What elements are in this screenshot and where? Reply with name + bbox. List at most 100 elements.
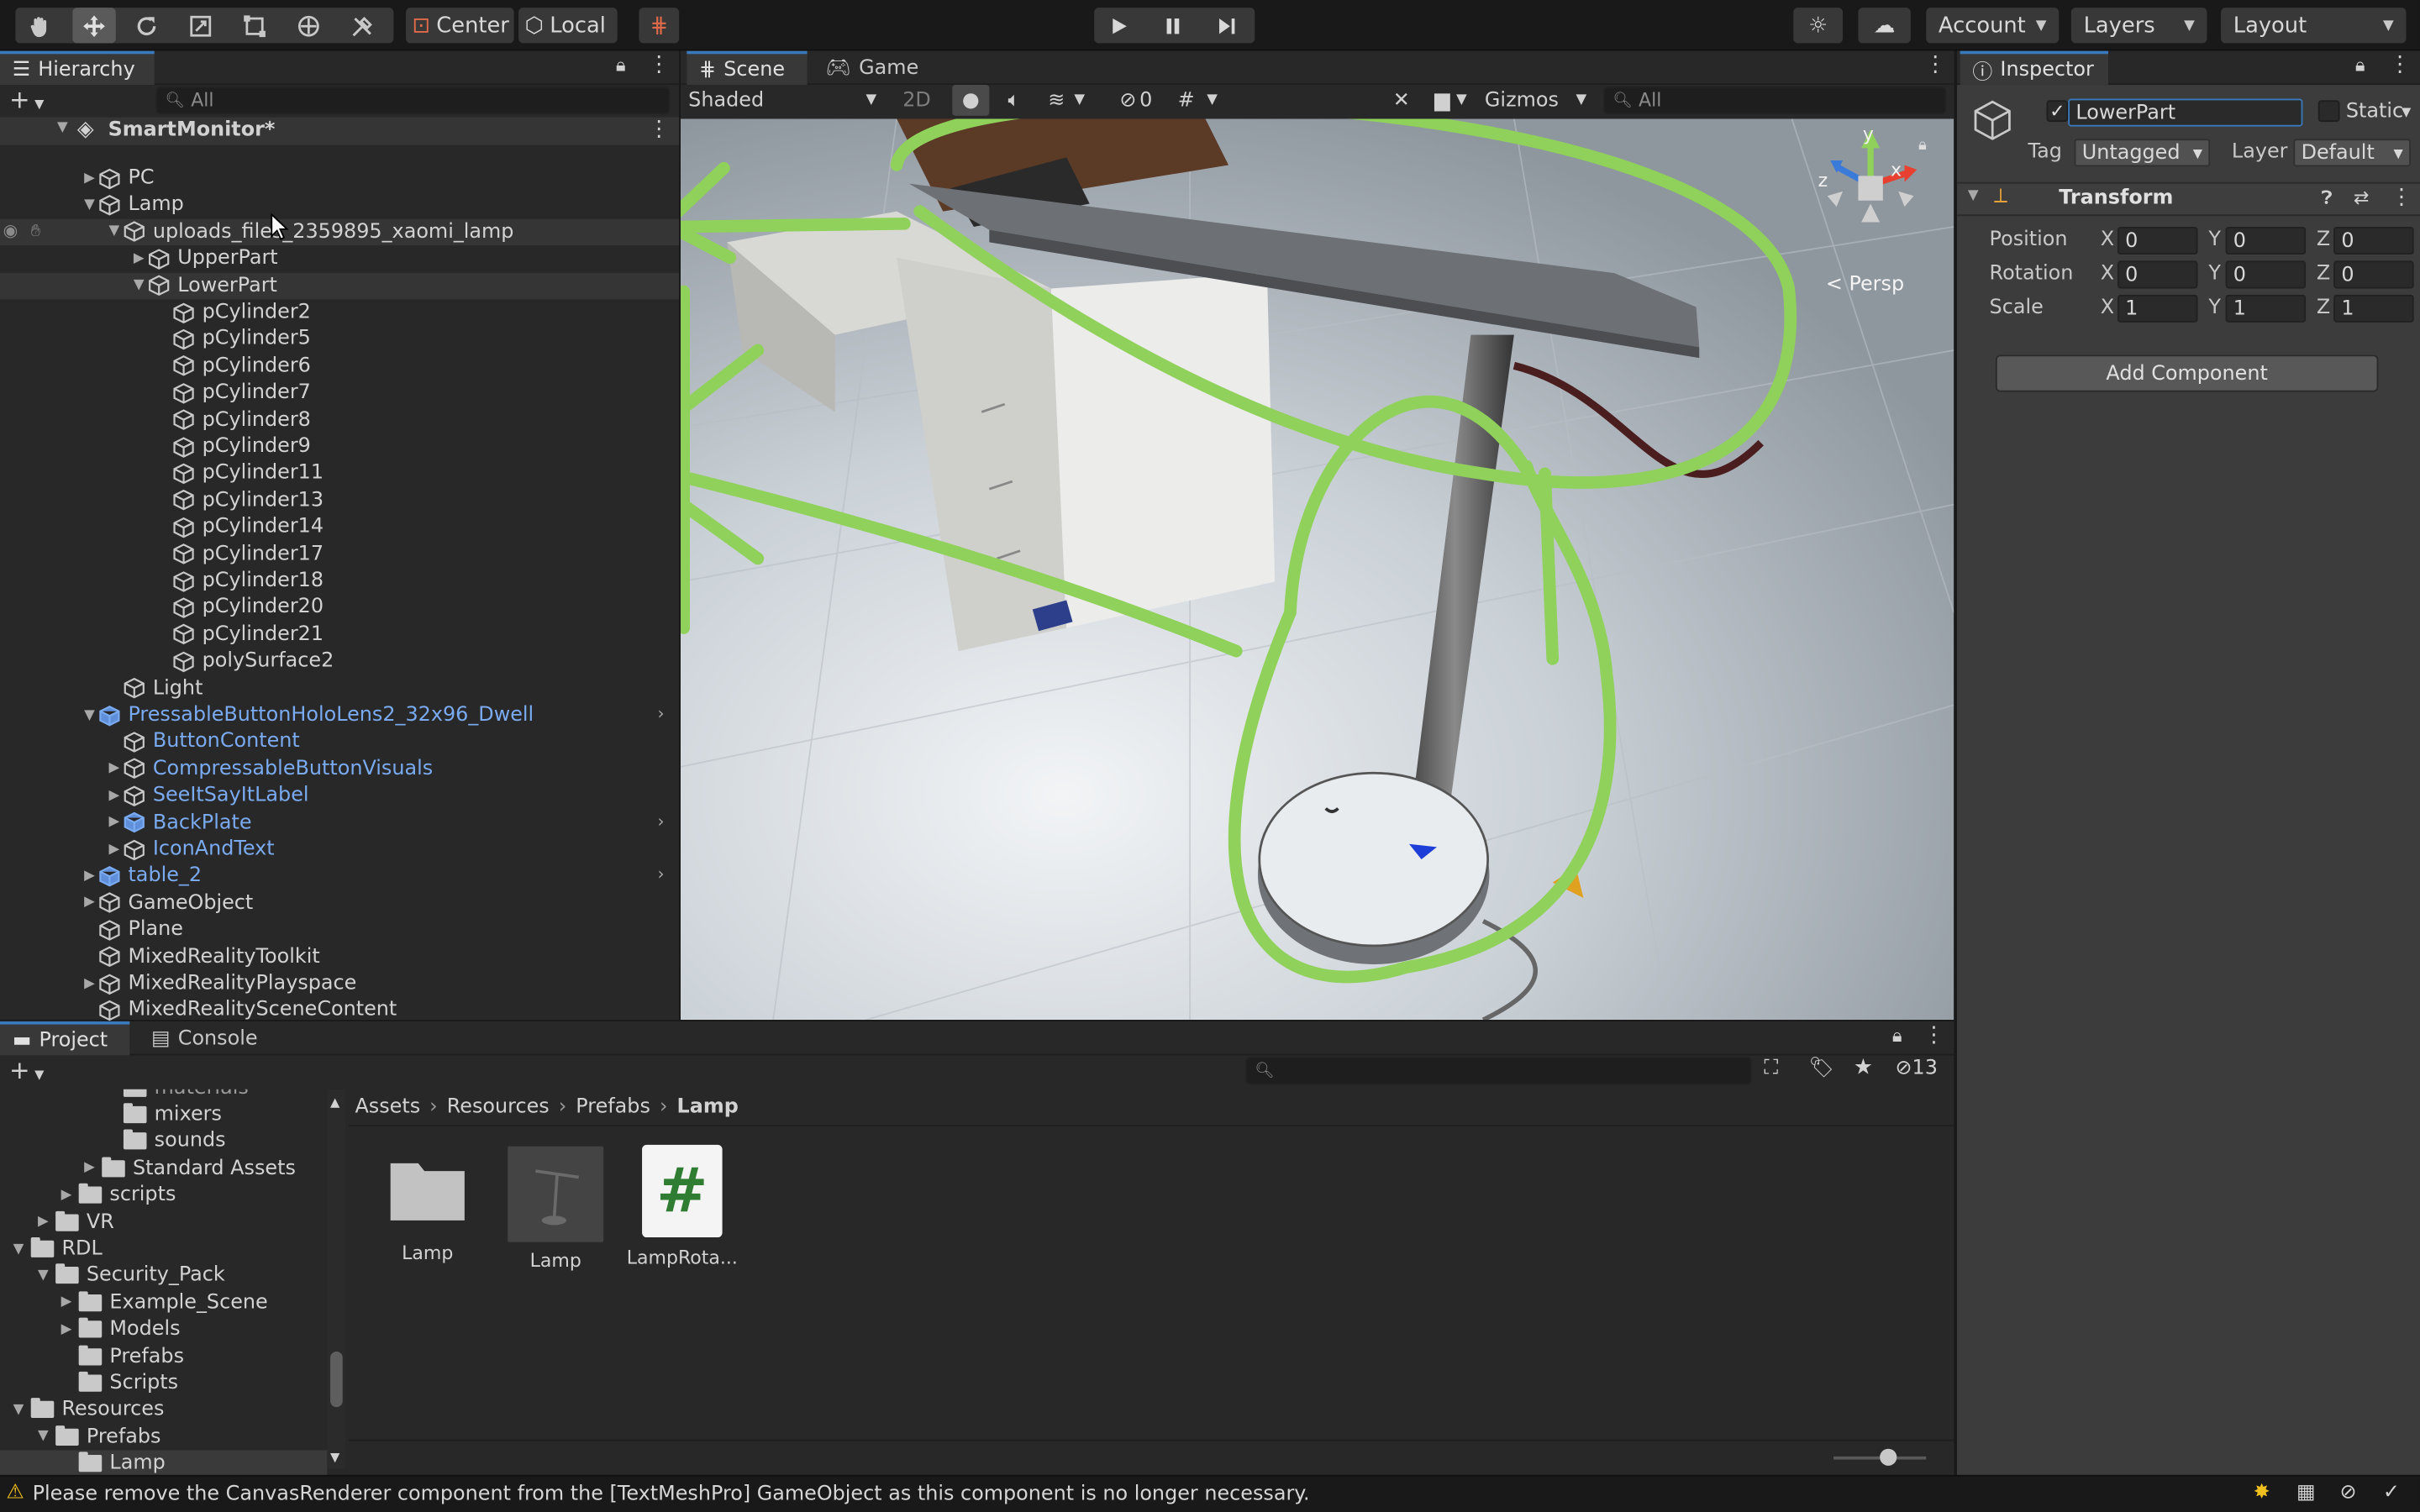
hierarchy-row[interactable]: ▶ IconAndText	[0, 837, 679, 863]
lock-icon[interactable]: 🔒︎	[616, 54, 626, 77]
hierarchy-search-input[interactable]: 🔍︎ All	[155, 86, 671, 114]
breadcrumb-assets[interactable]: Assets	[355, 1095, 420, 1118]
scroll-up-icon[interactable]: ▲	[330, 1095, 339, 1110]
expand-arrow-icon[interactable]: ▼	[34, 1429, 52, 1444]
project-tree-item[interactable]: sounds	[0, 1128, 327, 1154]
rotation-z-field[interactable]: 0	[2333, 260, 2414, 289]
pause-button[interactable]	[1153, 8, 1193, 43]
gizmo-lock-icon[interactable]: 🔒︎	[1918, 137, 1927, 154]
transform-tool-icon[interactable]	[290, 8, 327, 43]
visibility-eye-icon[interactable]: ◉	[3, 220, 18, 240]
more-options-icon[interactable]: ⋮	[648, 52, 670, 76]
scale-tool-icon[interactable]	[182, 8, 219, 43]
projection-mode-label[interactable]: < Persp	[1826, 273, 1904, 297]
rotate-tool-icon[interactable]	[128, 8, 165, 43]
expand-arrow-icon[interactable]: ▼	[105, 224, 124, 239]
presets-icon[interactable]: ⇄	[2354, 186, 2369, 208]
expand-arrow-icon[interactable]: ▶	[81, 895, 99, 911]
status-message[interactable]: Please remove the CanvasRenderer compone…	[33, 1483, 1310, 1506]
chevron-down-icon[interactable]: ▼	[2402, 105, 2411, 119]
expand-arrow-icon[interactable]: ▼	[81, 197, 99, 213]
active-checkbox[interactable]: ✓	[2046, 100, 2069, 123]
scene-search-input[interactable]: 🔍︎ All	[1603, 86, 1947, 114]
tab-inspector[interactable]: ⓘ Inspector	[1960, 50, 2108, 86]
expand-arrow-icon[interactable]: ▶	[81, 869, 99, 884]
static-checkbox[interactable]	[2317, 100, 2340, 123]
tab-hierarchy[interactable]: ☰ Hierarchy	[0, 50, 155, 86]
expand-arrow-icon[interactable]: ▼	[81, 707, 99, 722]
lighting-settings-button[interactable]: ☼	[1793, 8, 1844, 44]
scroll-down-icon[interactable]: ▼	[330, 1451, 339, 1465]
chevron-right-icon[interactable]: ›	[657, 811, 664, 831]
effects-dropdown[interactable]: ≋ ▼	[1035, 85, 1097, 116]
component-menu-icon[interactable]: ⋮	[2391, 185, 2412, 209]
move-tool-icon[interactable]	[72, 8, 116, 44]
chevron-right-icon[interactable]: ›	[657, 864, 664, 885]
asset-prefab-lamp[interactable]: Lamp	[500, 1144, 611, 1271]
lock-icon[interactable]: 🔒︎	[2355, 54, 2365, 77]
hierarchy-row[interactable]: pCylinder18	[0, 568, 679, 594]
pivot-mode-toggle[interactable]: ⊡ Center	[406, 8, 514, 44]
breadcrumb-resources[interactable]: Resources	[447, 1095, 550, 1118]
expand-arrow-icon[interactable]: ▶	[129, 251, 148, 266]
pickability-hand-icon[interactable]: ✋︎	[31, 220, 41, 242]
hierarchy-row[interactable]: pCylinder8	[0, 407, 679, 433]
expand-arrow-icon[interactable]: ▼	[57, 120, 68, 135]
pivot-space-toggle[interactable]: ⬡ Local	[518, 8, 618, 44]
filter-by-label-icon[interactable]: 🏷︎	[1809, 1057, 1834, 1080]
hierarchy-row[interactable]: pCylinder17	[0, 541, 679, 567]
grid-snap-button[interactable]: ⋕	[639, 8, 680, 44]
hierarchy-row[interactable]: pCylinder2	[0, 299, 679, 325]
scene-menu-icon[interactable]: ⋮	[648, 118, 670, 142]
tab-console[interactable]: ▤ Console	[139, 1021, 262, 1055]
layout-dropdown[interactable]: Layout ▼	[2221, 8, 2407, 44]
expand-arrow-icon[interactable]: ▶	[57, 1188, 76, 1203]
tree-item-partial[interactable]: materials	[123, 1089, 249, 1102]
collab-icon[interactable]: ⊘	[2339, 1481, 2356, 1504]
cloud-services-button[interactable]: ☁	[1858, 8, 1911, 44]
more-options-icon[interactable]: ⋮	[1924, 52, 1946, 76]
hierarchy-row[interactable]: ▶ CompressableButtonVisuals	[0, 756, 679, 782]
expand-arrow-icon[interactable]: ▶	[57, 1322, 76, 1337]
expand-arrow-icon[interactable]: ▼	[129, 278, 148, 293]
transform-header[interactable]: ▼ ⟂ Transform ❓︎ ⇄ ⋮	[1956, 181, 2420, 217]
tab-project[interactable]: ▬ Project	[0, 1021, 130, 1056]
hierarchy-row[interactable]: ▶ UpperPart	[0, 245, 679, 271]
expand-arrow-icon[interactable]: ▶	[105, 761, 124, 776]
hierarchy-row[interactable]: Plane	[0, 916, 679, 942]
project-tree-item[interactable]: ▶ VR	[0, 1209, 327, 1235]
hierarchy-row[interactable]: ▶ MixedRealityPlayspace	[0, 970, 679, 996]
project-tree-item[interactable]: Scripts	[0, 1370, 327, 1396]
breadcrumb-lamp[interactable]: Lamp	[677, 1095, 739, 1118]
filter-by-type-icon[interactable]: ⛶	[1764, 1057, 1778, 1080]
rotation-y-field[interactable]: 0	[2225, 260, 2307, 289]
layers-dropdown[interactable]: Layers ▼	[2070, 8, 2207, 44]
tools-icon[interactable]: ✕	[1386, 85, 1417, 116]
expand-arrow-icon[interactable]: ▼	[34, 1268, 52, 1284]
hierarchy-row[interactable]: MixedRealitySceneContent	[0, 997, 679, 1023]
expand-arrow-icon[interactable]: ▶	[81, 171, 99, 186]
expand-arrow-icon[interactable]: ▶	[57, 1295, 76, 1310]
asset-script-lamprotate[interactable]: # LampRota...	[627, 1144, 738, 1268]
hierarchy-row[interactable]: ▶ GameObject	[0, 890, 679, 916]
scrollbar-thumb[interactable]	[330, 1351, 343, 1408]
expand-arrow-icon[interactable]: ▶	[81, 976, 99, 991]
project-tree-item[interactable]: ▼ Prefabs	[0, 1424, 327, 1450]
hierarchy-row[interactable]: ▶ BackPlate ›	[0, 810, 679, 836]
hierarchy-row[interactable]: ▼ Lamp	[0, 192, 679, 218]
expand-arrow-icon[interactable]: ▼	[1968, 188, 1979, 203]
play-button[interactable]	[1099, 8, 1139, 43]
hierarchy-row[interactable]: pCylinder9	[0, 433, 679, 459]
account-dropdown[interactable]: Account ▼	[1926, 8, 2060, 44]
rotation-x-field[interactable]: 0	[2117, 260, 2198, 289]
hierarchy-row[interactable]: pCylinder7	[0, 380, 679, 406]
project-tree-item[interactable]: Lamp	[0, 1450, 328, 1475]
audio-toggle[interactable]: 🔈︎	[997, 85, 1031, 116]
project-search-input[interactable]: 🔍︎	[1245, 1057, 1752, 1085]
chevron-right-icon[interactable]: ›	[657, 704, 664, 724]
favorites-star-icon[interactable]: ★	[1854, 1055, 1873, 1079]
hidden-objects-toggle[interactable]: ⊘ 0	[1113, 85, 1159, 116]
expand-arrow-icon[interactable]: ▶	[105, 815, 124, 830]
project-tree-item[interactable]: ▼ Security_Pack	[0, 1263, 327, 1289]
gizmos-dropdown[interactable]: Gizmos ▼	[1485, 85, 1586, 116]
